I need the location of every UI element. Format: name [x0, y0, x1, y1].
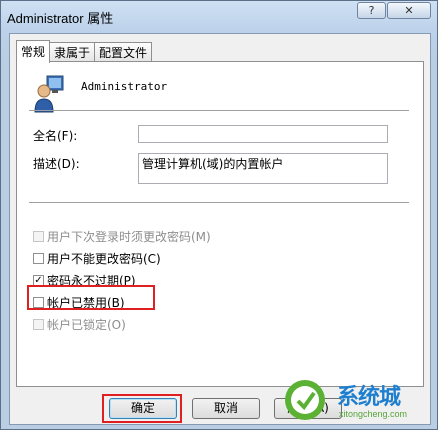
close-icon[interactable]: ✕: [387, 2, 431, 19]
tab-profile[interactable]: 配置文件: [94, 42, 153, 63]
tab-general[interactable]: 常规: [16, 40, 51, 63]
tab-member-of[interactable]: 隶属于: [49, 42, 96, 63]
description-label: 描述(D):: [33, 157, 80, 171]
checkbox-box: [33, 231, 44, 242]
user-account-icon: [34, 75, 64, 113]
cannot-change-password-checkbox[interactable]: 用户不能更改密码(C): [33, 250, 161, 267]
checkbox-label: 帐户已锁定(O): [47, 318, 126, 332]
description-input[interactable]: 管理计算机(域)的内置帐户: [138, 153, 388, 184]
help-icon[interactable]: ?: [357, 2, 386, 19]
watermark-logo-icon: [285, 380, 325, 420]
window-title: Administrator 属性: [7, 11, 114, 26]
fullname-input[interactable]: [138, 125, 388, 143]
properties-window: Administrator 属性 ? ✕ 常规 隶属于 配置文件 Adminis…: [0, 0, 438, 430]
title-bar[interactable]: Administrator 属性 ? ✕: [1, 1, 437, 31]
ok-highlight-box: [102, 394, 182, 423]
watermark-text: 系统城: [337, 384, 401, 410]
watermark: 系统城 xitongcheng.com: [281, 377, 431, 423]
window-controls: ? ✕: [357, 2, 431, 19]
watermark-url: xitongcheng.com: [339, 409, 408, 419]
divider: [29, 110, 409, 111]
checkbox-label: 用户下次登录时须更改密码(M): [47, 230, 211, 244]
checkbox-box: [33, 319, 44, 330]
divider: [29, 202, 409, 203]
account-locked-checkbox[interactable]: 帐户已锁定(O): [33, 316, 126, 333]
highlight-box: [27, 285, 155, 310]
tab-strip: 常规 隶属于 配置文件: [16, 40, 153, 63]
user-name: Administrator: [81, 80, 168, 93]
checkbox-box: [33, 253, 44, 264]
dialog-body: 常规 隶属于 配置文件 Administrator 全名(F): 描述(D): …: [9, 33, 431, 425]
fullname-label: 全名(F):: [33, 129, 78, 143]
checkbox-label: 用户不能更改密码(C): [47, 252, 161, 266]
general-panel: Administrator 全名(F): 描述(D): 管理计算机(域)的内置帐…: [16, 61, 424, 387]
must-change-password-checkbox[interactable]: 用户下次登录时须更改密码(M): [33, 228, 211, 245]
cancel-button[interactable]: 取消: [192, 398, 260, 419]
